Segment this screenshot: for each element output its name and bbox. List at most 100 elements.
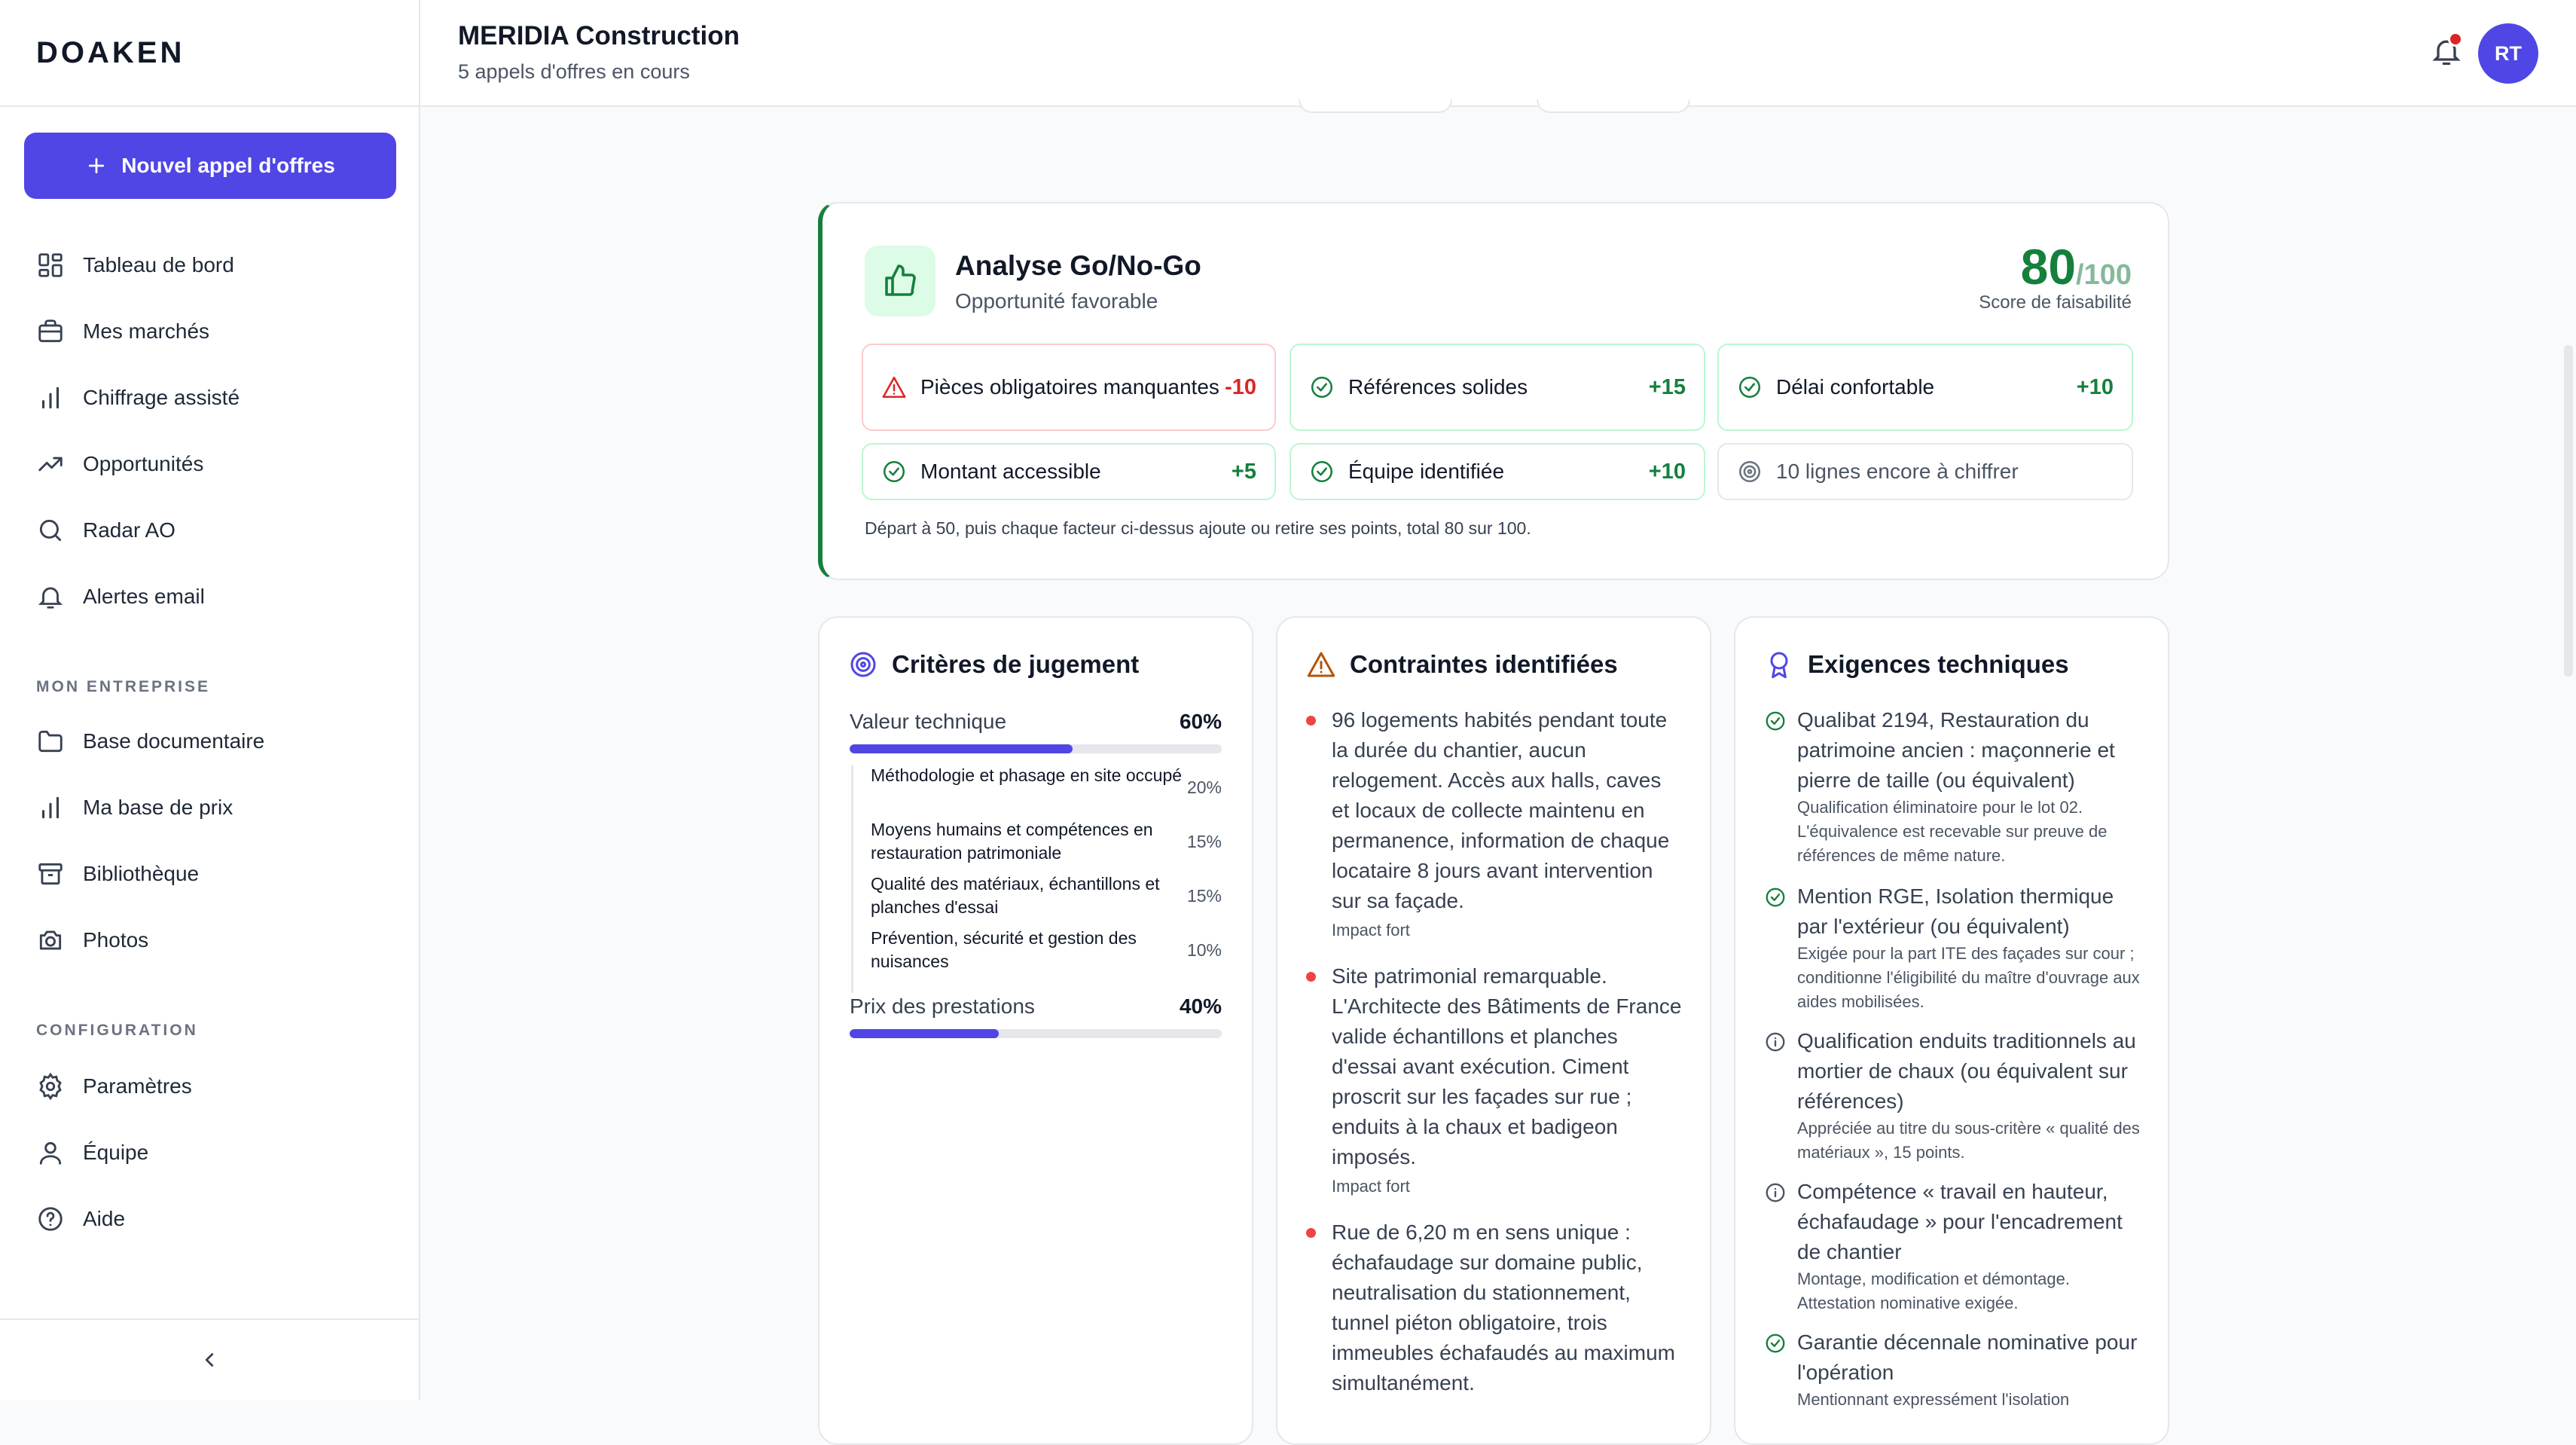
factor-label: Montant accessible xyxy=(920,460,1101,483)
score-value: 80 xyxy=(2020,239,2077,295)
sub-criterion-weight: 10% xyxy=(1186,940,1222,960)
nav-pricing[interactable]: Chiffrage assisté xyxy=(36,375,398,420)
bullet-dot xyxy=(1306,1228,1316,1238)
go-no-go-subtitle: Opportunité favorable xyxy=(955,289,1158,313)
help-circle-icon xyxy=(36,1205,65,1233)
feasibility-score: 80/100 Score de faisabilité xyxy=(1979,238,2132,313)
criterion-row: Prix des prestations 40% xyxy=(850,994,1222,1019)
new-tender-button[interactable]: Nouvel appel d'offres xyxy=(24,133,396,199)
requirement-text: Compétence « travail en hauteur, échafau… xyxy=(1797,1180,2123,1263)
alert-triangle-icon xyxy=(881,374,907,400)
criterion-bar xyxy=(850,744,1222,753)
scrollbar[interactable] xyxy=(2564,345,2573,677)
requirement-text: Qualibat 2194, Restauration du patrimoin… xyxy=(1797,708,2115,792)
gear-icon xyxy=(36,1072,65,1101)
nav-settings[interactable]: Paramètres xyxy=(36,1064,398,1109)
collapse-sidebar-button[interactable] xyxy=(0,1318,419,1400)
nav-photos[interactable]: Photos xyxy=(36,918,398,963)
requirement-text: Garantie décennale nominative pour l'opé… xyxy=(1797,1330,2138,1384)
criteria-header: Critères de jugement xyxy=(848,649,1139,680)
criterion-bar-fill xyxy=(850,744,1073,753)
notification-dot xyxy=(2448,32,2463,47)
factor-card: 10 lignes encore à chiffrer xyxy=(1717,443,2133,500)
requirement-item: Mention RGE, Isolation thermique par l'e… xyxy=(1764,881,2148,1014)
company-name: MERIDIA Construction xyxy=(458,21,740,50)
requirement-detail: Montage, modification et démontage. Atte… xyxy=(1797,1269,2071,1312)
factor-points: +5 xyxy=(1231,459,1256,484)
check-circle-icon xyxy=(1309,374,1335,400)
constraints-card: Contraintes identifiées 96 logements hab… xyxy=(1276,616,1711,1445)
criteria-title: Critères de jugement xyxy=(892,650,1140,678)
section-label-config: CONFIGURATION xyxy=(36,1022,198,1039)
sub-criterion-label: Prévention, sécurité et gestion des nuis… xyxy=(871,928,1137,971)
factor-label: Références solides xyxy=(1348,375,1528,399)
factor-points: +10 xyxy=(2076,374,2114,399)
user-avatar[interactable]: RT xyxy=(2478,23,2538,84)
nav-label: Base documentaire xyxy=(83,729,265,753)
requirement-detail: Qualification éliminatoire pour le lot 0… xyxy=(1797,798,2107,865)
target-icon xyxy=(848,649,878,680)
sub-criterion-label: Qualité des matériaux, échantillons et p… xyxy=(871,874,1160,917)
search-icon xyxy=(36,516,65,545)
requirement-detail: Appréciée au titre du sous-critère « qua… xyxy=(1797,1119,2140,1162)
nav-price-base[interactable]: Ma base de prix xyxy=(36,785,398,830)
constraint-item: Site patrimonial remarquable. L'Architec… xyxy=(1306,961,1683,1196)
constraint-impact: Impact fort xyxy=(1332,1177,1410,1196)
bullet-dot xyxy=(1306,972,1316,982)
tenders-count: 5 appels d'offres en cours xyxy=(458,60,690,83)
factor-card: Références solides +15 xyxy=(1290,344,1705,431)
nav-label: Photos xyxy=(83,928,149,952)
go-no-go-title: Analyse Go/No-Go xyxy=(955,250,1201,281)
nav-library[interactable]: Bibliothèque xyxy=(36,851,398,897)
nav-radar[interactable]: Radar AO xyxy=(36,508,398,553)
plus-icon xyxy=(85,154,108,177)
nav-label: Alertes email xyxy=(83,585,205,608)
chevron-left-icon xyxy=(198,1349,221,1371)
constraint-impact: Impact fort xyxy=(1332,921,1410,939)
criterion-weight: 40% xyxy=(1179,994,1222,1018)
check-circle-icon xyxy=(1309,459,1335,484)
criterion-label: Valeur technique xyxy=(850,710,1007,733)
nav-label: Bibliothèque xyxy=(83,862,200,885)
sub-criteria-rail xyxy=(851,765,853,993)
sub-criterion-label: Méthodologie et phasage en site occupé xyxy=(871,765,1183,785)
bullet-dot xyxy=(1306,716,1316,726)
constraints-header: Contraintes identifiées xyxy=(1306,649,1618,680)
factor-label: 10 lignes encore à chiffrer xyxy=(1776,460,2019,483)
section-label-company: MON ENTREPRISE xyxy=(36,678,211,695)
requirement-item: Qualibat 2194, Restauration du patrimoin… xyxy=(1764,705,2148,868)
sub-criterion: Méthodologie et phasage en site occupé 2… xyxy=(871,764,1222,799)
check-circle-icon xyxy=(1764,710,1787,732)
app-logo[interactable]: DOAKEN xyxy=(36,36,185,70)
archive-icon xyxy=(36,860,65,888)
nav-label: Paramètres xyxy=(83,1074,192,1098)
nav-opportunities[interactable]: Opportunités xyxy=(36,441,398,487)
bar-chart-icon xyxy=(36,793,65,822)
check-circle-icon xyxy=(881,459,907,484)
score-max: /100 xyxy=(2076,259,2132,291)
factor-card: Délai confortable +10 xyxy=(1717,344,2133,431)
factor-points: -10 xyxy=(1225,374,1256,399)
nav-team[interactable]: Équipe xyxy=(36,1130,398,1175)
sub-criterion: Qualité des matériaux, échantillons et p… xyxy=(871,872,1222,919)
nav-my-markets[interactable]: Mes marchés xyxy=(36,309,398,354)
previous-card-edge xyxy=(1537,99,1690,113)
factor-card: Équipe identifiée +10 xyxy=(1290,443,1705,500)
constraint-item: 96 logements habités pendant toute la du… xyxy=(1306,705,1683,940)
factor-card: Pièces obligatoires manquantes -10 xyxy=(862,344,1276,431)
nav-help[interactable]: Aide xyxy=(36,1196,398,1242)
nav-email-alerts[interactable]: Alertes email xyxy=(36,574,398,619)
requirements-card: Exigences techniques Qualibat 2194, Rest… xyxy=(1734,616,2169,1445)
dashboard-icon xyxy=(36,251,65,280)
folder-icon xyxy=(36,727,65,756)
bell-icon xyxy=(36,582,65,611)
requirement-item: Qualification enduits traditionnels au m… xyxy=(1764,1026,2148,1165)
nav-label: Opportunités xyxy=(83,452,204,475)
check-circle-icon xyxy=(1764,886,1787,909)
constraint-item: Rue de 6,20 m en sens unique : échafauda… xyxy=(1306,1217,1683,1403)
nav-document-base[interactable]: Base documentaire xyxy=(36,719,398,764)
factor-points: +10 xyxy=(1648,459,1686,484)
criterion-row: Valeur technique 60% xyxy=(850,710,1222,734)
new-tender-label: Nouvel appel d'offres xyxy=(121,154,335,177)
nav-dashboard[interactable]: Tableau de bord xyxy=(36,243,398,288)
